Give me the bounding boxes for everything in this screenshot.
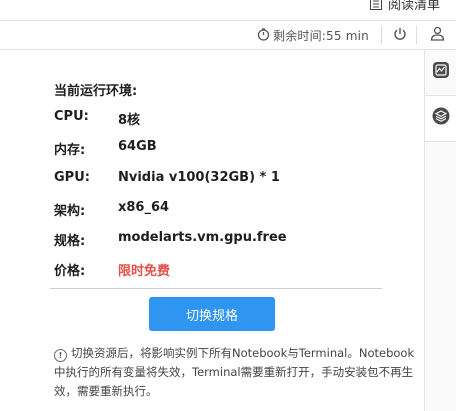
env-row-memory: 内存: 64GB	[54, 139, 157, 158]
env-row-price: 价格: 限时免费	[54, 260, 170, 279]
info-icon: !	[54, 349, 67, 362]
env-value: modelarts.vm.gpu.free	[118, 230, 287, 245]
note-text: 切换资源后，将影响实例下所有Notebook与Terminal。Notebook…	[54, 346, 415, 398]
env-row-cpu: CPU: 8核	[54, 109, 140, 128]
reading-list-label: 阅读清单	[388, 0, 441, 13]
reading-list-button[interactable]: 阅读清单	[370, 0, 441, 13]
env-value: x86_64	[118, 200, 170, 215]
env-row-gpu: GPU: Nvidia v100(32GB) * 1	[54, 170, 280, 185]
kernel-toolbar: 剩余时间:55 min	[0, 21, 456, 50]
reading-list-icon	[370, 0, 382, 10]
env-value: Nvidia v100(32GB) * 1	[118, 170, 280, 185]
environment-title: 当前运行环境:	[54, 84, 138, 99]
user-button[interactable]	[428, 26, 446, 44]
env-row-spec: 规格: modelarts.vm.gpu.free	[54, 230, 287, 249]
divider	[50, 288, 382, 289]
env-key: CPU:	[54, 109, 89, 124]
env-key: GPU:	[54, 170, 90, 185]
price-value: 限时免费	[118, 264, 171, 279]
timer-label: 剩余时间:55 min	[273, 29, 369, 43]
env-value: 64GB	[118, 139, 157, 154]
env-key: 价格:	[54, 264, 86, 279]
switch-warning-note: ! 切换资源后，将影响实例下所有Notebook与Terminal。Noteboo…	[54, 344, 420, 401]
top-strip: 阅读清单	[0, 0, 456, 21]
user-icon	[430, 26, 445, 45]
env-key: 规格:	[54, 234, 86, 249]
env-value: 8核	[118, 113, 141, 128]
toolbar-divider	[381, 26, 382, 44]
tab-environment[interactable]	[425, 96, 456, 140]
env-row-arch: 架构: x86_64	[54, 200, 169, 219]
env-key: 内存:	[54, 143, 86, 158]
right-sidebar	[424, 50, 456, 411]
switch-spec-button[interactable]: 切换规格	[149, 297, 275, 331]
power-button[interactable]	[391, 26, 409, 44]
monitor-chart-icon	[432, 61, 450, 83]
remaining-time: 剩余时间:55 min	[257, 27, 369, 44]
power-icon	[393, 26, 407, 45]
tab-resource-monitor[interactable]	[425, 50, 456, 94]
environment-panel: 当前运行环境: CPU: 8核 内存: 64GB GPU: Nvidia v10…	[0, 50, 423, 411]
toolbar-divider	[416, 26, 417, 44]
env-key: 架构:	[54, 204, 86, 219]
sidebar-divider	[425, 141, 456, 142]
layers-icon	[432, 107, 450, 129]
timer-icon	[257, 27, 270, 44]
